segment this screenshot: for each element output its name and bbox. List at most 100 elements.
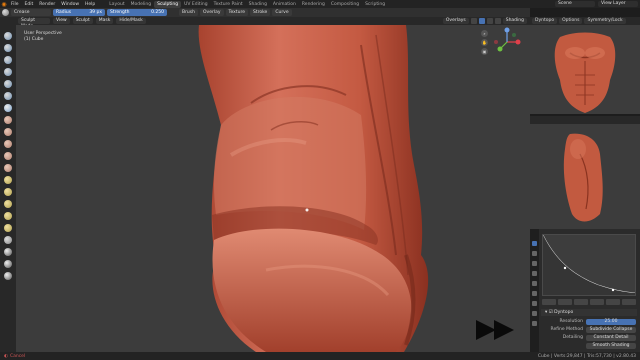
refine-method-select[interactable]: Subdivide Collapse [586, 327, 636, 333]
mask-menu[interactable]: Mask [95, 18, 114, 24]
dyntopo-panel-header[interactable]: ▾ ☑ Dyntopo [541, 309, 637, 316]
torso-side-reference-image [563, 133, 603, 222]
camera-view-icon[interactable]: ▣ [481, 48, 488, 55]
material-tab-icon[interactable] [532, 321, 537, 326]
hide-mask-menu[interactable]: Hide/Mask [116, 18, 146, 24]
brush-selector[interactable]: Crease [11, 9, 51, 16]
menu-window[interactable]: Window [58, 2, 82, 7]
preset-sphere-icon[interactable] [558, 299, 572, 305]
view-layer-tab-icon[interactable] [532, 271, 537, 276]
stroke-menu[interactable]: Stroke [249, 9, 271, 16]
radius-label: Radius [56, 10, 72, 15]
fast-forward-icon [476, 320, 514, 340]
overlays-menu[interactable]: Overlays [442, 18, 469, 24]
tab-compositing[interactable]: Compositing [328, 1, 362, 8]
menu-file[interactable]: File [8, 2, 22, 7]
radius-field[interactable]: Radius 39 px [53, 9, 105, 16]
3d-viewport[interactable]: User Perspective (1) Cube ⌕ ✋ ▣ [16, 25, 530, 352]
preset-linear-icon[interactable] [606, 299, 620, 305]
render-tab-icon[interactable] [532, 251, 537, 256]
world-tab-icon[interactable] [532, 291, 537, 296]
preset-smooth-icon[interactable] [542, 299, 556, 305]
properties-tabs [530, 229, 539, 352]
resolution-field[interactable]: 25.00 [586, 319, 636, 325]
wireframe-shading-icon[interactable] [470, 18, 477, 24]
brush-menu[interactable]: Brush [179, 9, 198, 16]
pan-hand-icon[interactable]: ✋ [481, 39, 488, 46]
menu-render[interactable]: Render [36, 2, 58, 7]
inflate-brush-icon[interactable] [4, 80, 12, 88]
navigation-gizmo-icon[interactable] [492, 27, 522, 57]
tab-layout[interactable]: Layout [106, 1, 127, 8]
overlay-menu[interactable]: Overlay [200, 9, 224, 16]
nudge-brush-icon[interactable] [4, 212, 12, 220]
tab-shading[interactable]: Shading [246, 1, 270, 8]
scrape-brush-icon[interactable] [4, 152, 12, 160]
modifier-tab-icon[interactable] [532, 311, 537, 316]
pinch-brush-icon[interactable] [4, 164, 12, 172]
brush-icon[interactable] [2, 9, 9, 16]
scene-tab-icon[interactable] [532, 281, 537, 286]
crease-brush-icon[interactable] [1, 102, 15, 114]
view-info: User Perspective (1) Cube [24, 31, 62, 43]
snake-hook-brush-icon[interactable] [4, 188, 12, 196]
view-layer-selector[interactable]: View Layer [598, 1, 638, 7]
rotate-brush-icon[interactable] [4, 224, 12, 232]
smooth-shading-row: Smooth Shading [542, 343, 636, 349]
properties-panel: ▾ ☑ Dyntopo Resolution 25.00 Refine Meth… [530, 229, 640, 352]
clay-brush-icon[interactable] [4, 44, 12, 52]
resolution-label: Resolution [559, 319, 583, 324]
view-menu[interactable]: View [53, 18, 70, 24]
zoom-icon[interactable]: ⌕ [481, 30, 488, 37]
box-mask-icon[interactable] [4, 260, 12, 268]
strength-value: 0.250 [151, 10, 164, 15]
draw-brush-icon[interactable] [4, 32, 12, 40]
curve-menu[interactable]: Curve [272, 9, 292, 16]
tab-animation[interactable]: Animation [270, 1, 299, 8]
tab-uv-editing[interactable]: UV Editing [181, 1, 210, 8]
box-hide-icon[interactable] [4, 272, 12, 280]
menu-help[interactable]: Help [82, 2, 98, 7]
detailing-select[interactable]: Constant Detail [586, 335, 636, 341]
texture-menu[interactable]: Texture [225, 9, 248, 16]
flatten-brush-icon[interactable] [4, 128, 12, 136]
detailing-label: Detailing [562, 335, 583, 340]
smooth-shading-toggle[interactable]: Smooth Shading [586, 343, 636, 349]
strength-field[interactable]: Strength 0.250 [107, 9, 167, 16]
output-tab-icon[interactable] [532, 261, 537, 266]
sculpt-menu[interactable]: Sculpt [72, 18, 93, 24]
thumb-brush-icon[interactable] [4, 200, 12, 208]
preset-sharp-icon[interactable] [590, 299, 604, 305]
solid-shading-icon[interactable] [478, 18, 485, 24]
options-menu[interactable]: Options [559, 18, 583, 24]
tab-rendering[interactable]: Rendering [299, 1, 328, 8]
shading-menu[interactable]: Shading [502, 18, 527, 24]
mode-selector[interactable]: Sculpt Mode [18, 18, 50, 29]
menu-edit[interactable]: Edit [22, 2, 37, 7]
symmetry-lock-menu[interactable]: Symmetry/Lock [584, 18, 626, 24]
sculpt-toolbar [0, 17, 16, 352]
preset-constant-icon[interactable] [622, 299, 636, 305]
falloff-curve-editor[interactable] [542, 234, 636, 296]
layer-brush-icon[interactable] [4, 68, 12, 76]
mask-brush-icon[interactable] [4, 248, 12, 256]
clay-strips-brush-icon[interactable] [4, 56, 12, 64]
scene-selector[interactable]: Scene [555, 1, 595, 7]
tab-sculpting[interactable]: Sculpting [154, 0, 182, 8]
blender-logo-icon[interactable]: ◉ [0, 0, 8, 8]
refine-method-label: Refine Method [550, 327, 583, 332]
tool-tab-icon[interactable] [532, 241, 537, 246]
tab-texture-paint[interactable]: Texture Paint [211, 1, 246, 8]
tab-modeling[interactable]: Modeling [128, 1, 154, 8]
simplify-brush-icon[interactable] [4, 236, 12, 244]
blob-brush-icon[interactable] [4, 92, 12, 100]
tab-scripting[interactable]: Scripting [362, 1, 388, 8]
grab-brush-icon[interactable] [4, 176, 12, 184]
object-tab-icon[interactable] [532, 301, 537, 306]
dyntopo-toggle[interactable]: Dyntopo [532, 18, 558, 24]
material-shading-icon[interactable] [486, 18, 493, 24]
fill-brush-icon[interactable] [4, 140, 12, 148]
rendered-shading-icon[interactable] [494, 18, 501, 24]
smooth-brush-icon[interactable] [4, 116, 12, 124]
preset-root-icon[interactable] [574, 299, 588, 305]
